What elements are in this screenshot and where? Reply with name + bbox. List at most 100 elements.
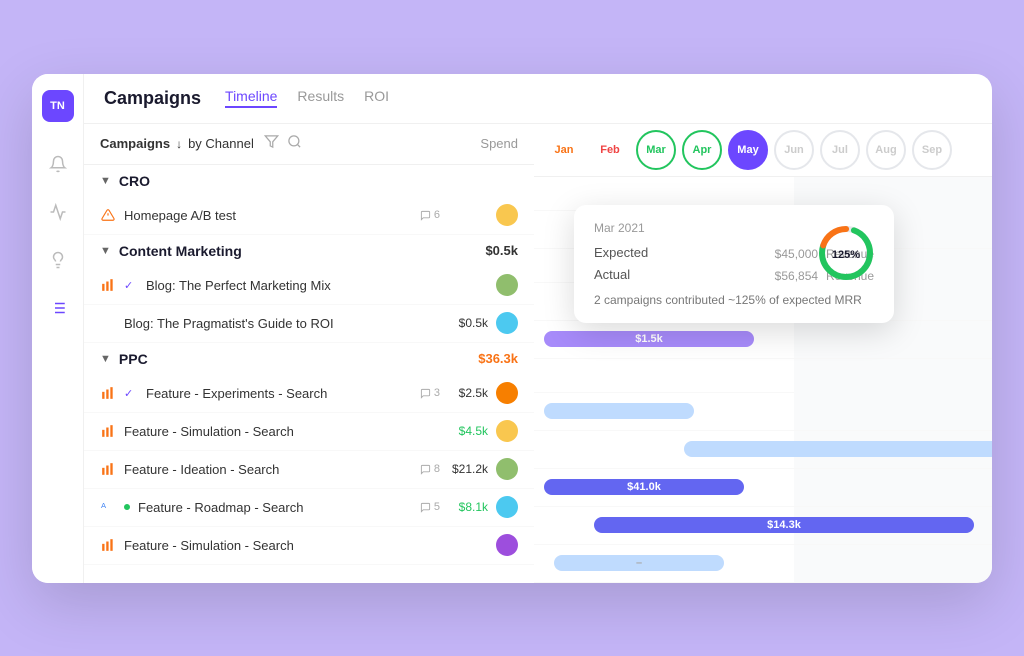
timeline-bar: $14.3k <box>594 517 974 533</box>
subheader-label: Campaigns <box>100 136 170 151</box>
month-sep[interactable]: Sep <box>912 130 952 170</box>
timeline-bar <box>544 403 694 419</box>
row-spend: $2.5k <box>448 386 488 400</box>
table-row[interactable]: Homepage A/B test 6 <box>84 197 534 235</box>
tab-timeline[interactable]: Timeline <box>225 88 277 108</box>
avatar <box>496 382 518 404</box>
group-name-content: Content Marketing <box>119 243 242 259</box>
table-row[interactable]: ✓ Feature - Experiments - Search 3 $2.5k <box>84 375 534 413</box>
timeline-body: $1.5k $41.0k <box>534 177 992 583</box>
avatar <box>496 204 518 226</box>
header-nav: Timeline Results ROI <box>225 88 389 108</box>
row-comments: 8 <box>420 463 440 475</box>
timeline-bar <box>684 441 992 457</box>
tooltip-expected-label: Expected <box>594 245 648 260</box>
avatar <box>496 458 518 480</box>
svg-text:A: A <box>101 501 107 510</box>
barchart-icon <box>100 538 116 552</box>
row-spend: $0.5k <box>448 316 488 330</box>
row-name: Feature - Ideation - Search <box>124 462 412 477</box>
sidebar-icon-chart[interactable] <box>44 198 72 226</box>
group-spend-ppc: $36.3k <box>478 351 518 366</box>
timeline-row: – <box>534 545 992 583</box>
row-comments: 6 <box>420 209 440 221</box>
month-apr[interactable]: Apr <box>682 130 722 170</box>
month-aug[interactable]: Aug <box>866 130 906 170</box>
body: Campaigns ↓ by Channel Spend <box>84 124 992 583</box>
timeline-row <box>534 393 992 431</box>
row-spend: $21.2k <box>448 462 488 476</box>
timeline-bar: $1.5k <box>544 331 754 347</box>
avatar <box>496 496 518 518</box>
row-spend: $8.1k <box>448 500 488 514</box>
tooltip-actual-label: Actual <box>594 267 630 282</box>
right-panel: Jan Feb Mar Apr May Jun Jul Aug Sep <box>534 124 992 583</box>
header: Campaigns Timeline Results ROI <box>84 74 992 124</box>
barchart-icon <box>100 462 116 476</box>
group-name-cro: CRO <box>119 173 150 189</box>
row-name: Blog: The Pragmatist's Guide to ROI <box>124 316 440 331</box>
app-logo: TN <box>42 90 74 122</box>
row-comments: 3 <box>420 387 440 399</box>
tab-results[interactable]: Results <box>297 88 344 108</box>
page-title: Campaigns <box>104 88 201 109</box>
sidebar-icon-bell[interactable] <box>44 150 72 178</box>
row-name: Blog: The Perfect Marketing Mix <box>146 278 440 293</box>
row-name: Homepage A/B test <box>124 208 412 223</box>
month-feb[interactable]: Feb <box>590 130 630 170</box>
avatar <box>496 420 518 442</box>
row-name: Feature - Roadmap - Search <box>138 500 412 515</box>
svg-text:125%: 125% <box>832 249 860 261</box>
month-jun[interactable]: Jun <box>774 130 814 170</box>
barchart-icon <box>100 424 116 438</box>
month-jul[interactable]: Jul <box>820 130 860 170</box>
tab-roi[interactable]: ROI <box>364 88 389 108</box>
table-row[interactable]: Blog: The Pragmatist's Guide to ROI $0.5… <box>84 305 534 343</box>
month-mar[interactable]: Mar <box>636 130 676 170</box>
month-header: Jan Feb Mar Apr May Jun Jul Aug Sep <box>534 124 992 177</box>
barchart-icon <box>100 278 116 292</box>
check-icon: ✓ <box>124 387 138 400</box>
barchart-icon <box>100 386 116 400</box>
ads-icon: A <box>100 500 116 514</box>
subheader: Campaigns ↓ by Channel Spend <box>84 124 534 165</box>
left-panel: Campaigns ↓ by Channel Spend <box>84 124 534 583</box>
main-content: Campaigns Timeline Results ROI Campaigns… <box>84 74 992 583</box>
row-name: Feature - Simulation - Search <box>124 538 440 553</box>
table-row[interactable]: Feature - Simulation - Search $4.5k <box>84 413 534 451</box>
group-name-ppc: PPC <box>119 351 148 367</box>
campaign-table: ▼ CRO Homepage A/B test 6 <box>84 165 534 583</box>
table-row[interactable]: Feature - Ideation - Search 8 $21.2k <box>84 451 534 489</box>
row-spend: $4.5k <box>448 424 488 438</box>
sidebar: TN <box>32 74 84 583</box>
sidebar-icon-list[interactable] <box>44 294 72 322</box>
tooltip-footer: 2 campaigns contributed ~125% of expecte… <box>594 293 874 307</box>
avatar <box>496 274 518 296</box>
sidebar-icon-bulb[interactable] <box>44 246 72 274</box>
group-spend-content: $0.5k <box>485 243 518 258</box>
timeline-row: $1.5k <box>534 321 992 359</box>
group-header-ppc[interactable]: ▼ PPC $36.3k <box>84 343 534 375</box>
warning-icon <box>100 208 116 222</box>
search-icon[interactable] <box>287 134 302 154</box>
spend-label: Spend <box>480 136 518 151</box>
table-row[interactable]: A Feature - Roadmap - Search 5 $8.1k <box>84 489 534 527</box>
subheader-channel: by Channel <box>188 136 254 151</box>
group-header-cro[interactable]: ▼ CRO <box>84 165 534 197</box>
timeline-row: $14.3k <box>534 507 992 545</box>
subheader-filter-icons <box>264 134 302 154</box>
filter-icon[interactable] <box>264 134 279 154</box>
table-row[interactable]: Feature - Simulation - Search <box>84 527 534 565</box>
subheader-arrow: ↓ <box>176 137 182 151</box>
group-header-content[interactable]: ▼ Content Marketing $0.5k <box>84 235 534 267</box>
timeline-bar: – <box>554 555 724 571</box>
table-row[interactable]: ✓ Blog: The Perfect Marketing Mix <box>84 267 534 305</box>
row-name: Feature - Simulation - Search <box>124 424 440 439</box>
month-may[interactable]: May <box>728 130 768 170</box>
tooltip: Mar 2021 Expected $45,000 Revenue Actual <box>574 205 894 323</box>
timeline-row <box>534 431 992 469</box>
avatar <box>496 312 518 334</box>
month-jan[interactable]: Jan <box>544 130 584 170</box>
row-comments: 5 <box>420 501 440 513</box>
check-icon: ✓ <box>124 279 138 292</box>
